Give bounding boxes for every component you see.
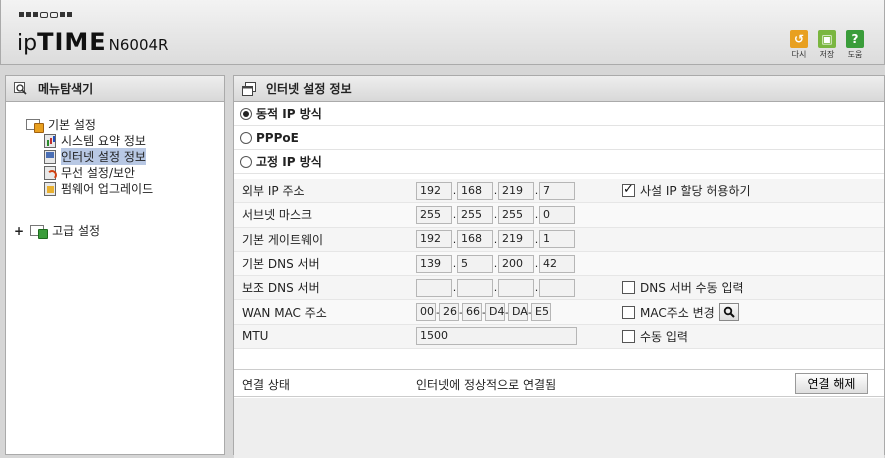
reset-button[interactable]: ↺ 다시 <box>788 30 810 60</box>
ip-octet-field[interactable]: 0 <box>539 205 575 224</box>
mac-byte-field[interactable]: 26 <box>439 303 459 322</box>
computer-icon <box>44 149 56 164</box>
ip-octet-field[interactable]: 219 <box>498 181 534 200</box>
tree-item-wireless[interactable]: 무선 설정/보안 <box>44 164 135 181</box>
menu-explorer-title: 메뉴탐색기 <box>38 82 94 96</box>
ip-octet-field[interactable]: 255 <box>498 205 534 224</box>
mode-static-ip[interactable]: 고정 IP 방식 <box>234 150 884 174</box>
logo-mark <box>19 12 72 18</box>
save-button[interactable]: ▣ 저장 <box>816 30 838 60</box>
mac-byte-field[interactable]: DA <box>508 303 528 322</box>
page-title: 인터넷 설정 정보 <box>266 82 352 96</box>
primary-dns-input: 139. 5. 200. 42 <box>416 254 575 273</box>
ip-octet-field[interactable] <box>498 278 534 297</box>
connection-status-label: 연결 상태 <box>242 378 290 392</box>
row-gateway: 기본 게이트웨이 192. 168. 219. 1 <box>234 227 884 252</box>
connection-status-value: 인터넷에 정상적으로 연결됨 <box>416 378 557 392</box>
tree-group-label: 기본 설정 <box>48 118 96 132</box>
header-bar: ipTIME N6004R ↺ 다시 ▣ 저장 ? 도움 <box>0 0 885 65</box>
row-mtu: MTU 1500 수동 입력 <box>234 324 884 350</box>
ip-octet-field[interactable]: 139 <box>416 254 452 273</box>
ip-octet-field[interactable]: 1 <box>539 230 575 249</box>
ip-octet-field[interactable] <box>457 278 493 297</box>
settings-table: 외부 IP 주소 192. 168. 219. 7 사설 IP 할당 허용하기 … <box>234 179 884 350</box>
tree-item-internet-settings[interactable]: 인터넷 설정 정보 <box>44 148 146 165</box>
reset-icon: ↺ <box>790 30 808 48</box>
header-toolbar: ↺ 다시 ▣ 저장 ? 도움 <box>788 30 866 60</box>
subnet-mask-input: 255. 255. 255. 0 <box>416 205 575 224</box>
row-subnet-mask: 서브넷 마스크 255. 255. 255. 0 <box>234 203 884 228</box>
ip-octet-field[interactable] <box>416 278 452 297</box>
ip-octet-field[interactable]: 168 <box>457 181 493 200</box>
mtu-manual-checkbox[interactable] <box>622 329 635 343</box>
ip-octet-field[interactable]: 192 <box>416 181 452 200</box>
radio-pppoe[interactable] <box>240 131 252 144</box>
menu-tree: 기본 설정 시스템 요약 정보 인터넷 설정 정보 무선 설정/보안 펌웨어 업… <box>6 102 224 239</box>
row-external-ip: 외부 IP 주소 192. 168. 219. 7 사설 IP 할당 허용하기 <box>234 179 884 204</box>
ip-octet-field[interactable]: 168 <box>457 230 493 249</box>
private-ip-option[interactable]: 사설 IP 할당 허용하기 <box>622 182 751 199</box>
ip-octet-field[interactable]: 255 <box>457 205 493 224</box>
disconnect-button[interactable]: 연결 해제 <box>795 373 868 394</box>
mtu-manual-option[interactable]: 수동 입력 <box>622 328 688 345</box>
tree-item-system-summary[interactable]: 시스템 요약 정보 <box>44 132 146 149</box>
private-ip-checkbox[interactable] <box>622 182 635 198</box>
search-icon[interactable] <box>718 303 739 322</box>
mode-pppoe[interactable]: PPPoE <box>234 126 884 150</box>
menu-explorer-header: 메뉴탐색기 <box>6 76 224 102</box>
folder-icon <box>30 225 49 239</box>
panel-footer <box>234 398 884 458</box>
mac-byte-field[interactable]: E5 <box>531 303 551 322</box>
magnifier-icon <box>14 81 28 96</box>
mode-dynamic-ip[interactable]: 동적 IP 방식 <box>234 102 884 126</box>
mtu-input[interactable]: 1500 <box>416 327 577 346</box>
internet-settings-header: 인터넷 설정 정보 <box>234 76 884 102</box>
chart-icon <box>44 133 56 148</box>
tree-group-label: 고급 설정 <box>52 224 101 238</box>
wireless-icon <box>44 165 57 180</box>
expand-icon[interactable]: + <box>14 224 24 238</box>
help-button[interactable]: ? 도움 <box>844 30 866 60</box>
tree-item-firmware[interactable]: 펌웨어 업그레이드 <box>44 180 153 197</box>
help-icon: ? <box>846 30 864 48</box>
connection-status-row: 연결 상태 인터넷에 정상적으로 연결됨 연결 해제 <box>234 369 884 397</box>
mac-byte-field[interactable]: D4 <box>485 303 505 322</box>
save-icon: ▣ <box>818 30 836 48</box>
gateway-input: 192. 168. 219. 1 <box>416 230 575 249</box>
ip-octet-field[interactable]: 255 <box>416 205 452 224</box>
external-ip-input: 192. 168. 219. 7 <box>416 181 575 200</box>
mac-byte-field[interactable]: 00 <box>416 303 436 322</box>
row-secondary-dns: 보조 DNS 서버 . . . DNS 서버 수동 입력 <box>234 276 884 301</box>
window-icon <box>242 81 256 96</box>
dns-manual-option[interactable]: DNS 서버 수동 입력 <box>622 279 744 296</box>
dns-manual-checkbox[interactable] <box>622 281 635 295</box>
ip-octet-field[interactable]: 200 <box>498 254 534 273</box>
mac-byte-field[interactable]: 66 <box>462 303 482 322</box>
mac-change-checkbox[interactable] <box>622 305 635 319</box>
menu-explorer-panel: 메뉴탐색기 기본 설정 시스템 요약 정보 인터넷 설정 정보 무선 설정/보안… <box>5 75 225 455</box>
row-primary-dns: 기본 DNS 서버 139. 5. 200. 42 <box>234 251 884 277</box>
model-name: N6004R <box>108 36 169 54</box>
ip-octet-field[interactable]: 219 <box>498 230 534 249</box>
ip-octet-field[interactable] <box>539 278 575 297</box>
wan-mac-input: 00- 26- 66- D4- DA - E5 <box>416 303 551 322</box>
mac-change-option[interactable]: MAC주소 변경 <box>622 303 739 322</box>
secondary-dns-input: . . . <box>416 278 575 297</box>
tree-group-basic[interactable]: 기본 설정 <box>26 116 96 133</box>
internet-settings-panel: 인터넷 설정 정보 동적 IP 방식 PPPoE 고정 IP 방식 외부 IP … <box>233 75 885 458</box>
radio-static-ip[interactable] <box>240 155 252 168</box>
brand-logo: ipTIME N6004R <box>17 28 169 56</box>
ip-octet-field[interactable]: 7 <box>539 181 575 200</box>
tree-group-advanced[interactable]: + 고급 설정 <box>14 222 100 239</box>
row-wan-mac: WAN MAC 주소 00- 26- 66- D4- DA - E5 MAC주소 … <box>234 300 884 325</box>
ip-octet-field[interactable]: 42 <box>539 254 575 273</box>
folder-icon <box>26 119 44 133</box>
ip-octet-field[interactable]: 5 <box>457 254 493 273</box>
radio-dynamic-ip[interactable] <box>240 107 252 120</box>
firmware-icon <box>44 181 56 196</box>
ip-octet-field[interactable]: 192 <box>416 230 452 249</box>
